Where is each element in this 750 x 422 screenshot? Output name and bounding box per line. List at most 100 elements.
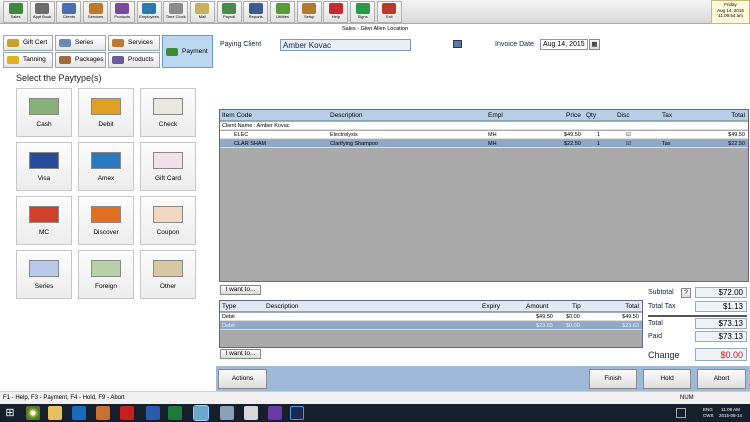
invoice-date-field[interactable]: Aug 14, 2015 xyxy=(540,39,588,50)
clients-toolbar-button[interactable]: Clients xyxy=(56,1,82,23)
paytype-visa-button[interactable]: Visa xyxy=(16,142,72,191)
category-label: Tanning xyxy=(23,56,46,63)
products-toolbar-button[interactable]: Products xyxy=(109,1,135,23)
header-tax: Tax xyxy=(662,112,673,119)
outlook-icon[interactable] xyxy=(72,406,86,420)
services-toolbar-button[interactable]: Services xyxy=(83,1,109,23)
start-icon[interactable]: ⊞ xyxy=(3,406,17,420)
item-code: ELEC xyxy=(234,132,249,138)
chrome-icon[interactable] xyxy=(26,406,40,420)
exit-toolbar-button[interactable]: Exit xyxy=(376,1,402,23)
category-payment[interactable]: Payment xyxy=(162,35,213,68)
payment-row[interactable]: Debit $49.50 $0.00 $49.50 xyxy=(220,313,642,321)
client-lookup-icon[interactable] xyxy=(453,40,462,48)
abort-button[interactable]: Abort xyxy=(697,369,746,389)
paytype-amex-button[interactable]: Amex xyxy=(78,142,134,191)
items-i-want-to-button[interactable]: I want to... xyxy=(220,285,261,295)
paytype-foreign-button[interactable]: Foreign xyxy=(78,250,134,299)
reports-toolbar-button[interactable]: Reports xyxy=(243,1,269,23)
category-tanning[interactable]: Tanning xyxy=(3,52,53,68)
signs-toolbar-button[interactable]: Signs xyxy=(350,1,376,23)
paytype-coupon-button[interactable]: Coupon xyxy=(140,196,196,245)
payment-type: Debit xyxy=(222,314,235,320)
payment-tip: $0.00 xyxy=(566,323,580,329)
appt-book-toolbar-button[interactable]: Appt Book xyxy=(29,1,55,23)
clients-icon xyxy=(61,3,76,14)
acrobat-icon[interactable] xyxy=(120,406,134,420)
taskbar-clock[interactable]: 11:09 AM 2015-08-14 xyxy=(719,407,742,418)
cash-icon xyxy=(29,98,59,115)
category-label: Products xyxy=(128,56,154,63)
calendar-icon[interactable]: ▦ xyxy=(589,39,600,50)
category-packages[interactable]: Packages xyxy=(55,52,106,68)
sales-toolbar-button[interactable]: Sales xyxy=(3,1,28,23)
payment-row[interactable]: Debit $23.63 $0.00 $23.63 xyxy=(220,322,642,330)
salon-app-icon[interactable] xyxy=(193,405,209,421)
payroll-toolbar-button[interactable]: Payroll xyxy=(216,1,242,23)
tray-icon[interactable] xyxy=(676,408,686,418)
debit-icon xyxy=(91,98,121,115)
help-toolbar-button[interactable]: Help xyxy=(323,1,349,23)
app-icon[interactable] xyxy=(96,406,110,420)
totals-divider xyxy=(648,315,747,317)
table-row[interactable]: CLAR SHAM Clarifying Shampoo MH $22.50 1… xyxy=(220,140,748,148)
employees-icon xyxy=(142,3,156,14)
paying-client-field[interactable]: Amber Kovac xyxy=(280,39,411,51)
disc-checkbox[interactable]: ☑ xyxy=(626,140,631,148)
main-toolbar: Sales Appt Book Clients Services Products Emp… xyxy=(0,0,750,24)
paid-value: $73.13 xyxy=(695,331,747,342)
sales-icon xyxy=(8,3,23,14)
payments-i-want-to-button[interactable]: I want to... xyxy=(220,349,261,359)
item-desc: Clarifying Shampoo xyxy=(330,141,378,147)
num-lock-indicator: NUM xyxy=(680,395,694,401)
disc-checkbox[interactable]: ☑ xyxy=(626,131,631,139)
category-label: Packages xyxy=(75,56,104,63)
products-icon xyxy=(115,3,130,14)
paytype-discover-button[interactable]: Discover xyxy=(78,196,134,245)
category-services[interactable]: Services xyxy=(108,35,160,51)
paytype-series-button[interactable]: Series xyxy=(16,250,72,299)
setup-toolbar-button[interactable]: Setup xyxy=(296,1,322,23)
category-gift-cert[interactable]: Gift Cert xyxy=(3,35,53,51)
paytype-label: Debit xyxy=(98,121,114,128)
header-disc: Disc xyxy=(617,112,630,119)
item-code: CLAR SHAM xyxy=(234,141,267,147)
paytype-check-button[interactable]: Check xyxy=(140,88,196,137)
time-clock-toolbar-button[interactable]: Time Clock xyxy=(163,1,189,23)
mail-toolbar-button[interactable]: Mail xyxy=(189,1,215,23)
paytype-mc-button[interactable]: MC xyxy=(16,196,72,245)
app-icon[interactable] xyxy=(220,406,234,420)
help-button[interactable]: ? xyxy=(681,288,691,298)
paytype-debit-button[interactable]: Debit xyxy=(78,88,134,137)
employees-toolbar-button[interactable]: Employees xyxy=(136,1,162,23)
photoshop-icon[interactable] xyxy=(290,406,304,420)
utilities-toolbar-button[interactable]: Utilities xyxy=(270,1,295,23)
word-icon[interactable] xyxy=(146,406,160,420)
client-group-row: Client Name : Amber Kovac xyxy=(220,122,748,130)
file-explorer-icon[interactable] xyxy=(48,406,62,420)
category-label: Series xyxy=(75,39,94,46)
total-tax-value: $1.13 xyxy=(695,301,747,312)
paytype-other-button[interactable]: Other xyxy=(140,250,196,299)
toolbar-button-label: Setup xyxy=(303,14,315,19)
toolbar-button-label: Employees xyxy=(139,14,159,19)
header-total: Total xyxy=(731,112,745,119)
hold-button[interactable]: Hold xyxy=(643,369,691,389)
search-app-icon[interactable] xyxy=(268,406,282,420)
item-price: $22.50 xyxy=(564,141,581,147)
utilities-icon xyxy=(275,3,290,14)
paytype-gift-card-button[interactable]: Gift Card xyxy=(140,142,196,191)
amex-icon xyxy=(91,152,121,169)
taskbar-time: 11:09 AM xyxy=(721,407,740,412)
table-row[interactable]: ELEC Electrolysis MH $49.50 1 ☑ $49.50 xyxy=(220,131,748,139)
actions-button[interactable]: Actions xyxy=(218,369,267,389)
reports-icon xyxy=(248,3,263,14)
paytype-cash-button[interactable]: Cash xyxy=(16,88,72,137)
excel-icon[interactable] xyxy=(168,406,182,420)
app-icon[interactable] xyxy=(244,406,258,420)
finish-button[interactable]: Finish xyxy=(589,369,637,389)
category-products[interactable]: Products xyxy=(108,52,160,68)
category-series[interactable]: Series xyxy=(55,35,106,51)
language-indicator[interactable]: ENG CWS xyxy=(703,407,714,418)
items-table: Item Code Description Empl Price Qty Dis… xyxy=(219,109,749,282)
